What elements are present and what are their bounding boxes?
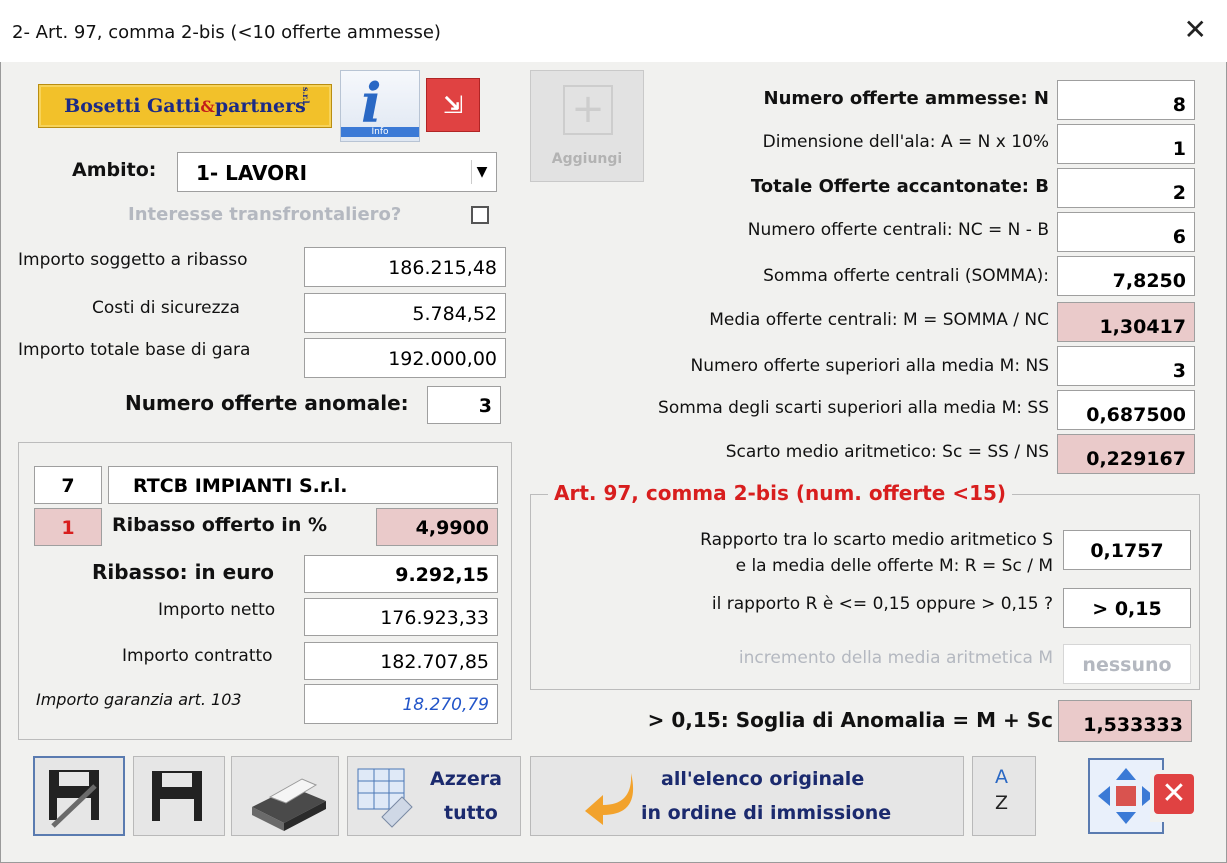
totale-label: Importo totale base di gara [18, 340, 251, 360]
original-order-button[interactable]: all'elenco originale in ordine di immiss… [530, 756, 964, 836]
back-arrow-icon [585, 773, 634, 825]
confronto-value: > 0,15 [1063, 588, 1191, 628]
rapporto-label-1: Rapporto tra lo scarto medio aritmetico … [700, 530, 1053, 550]
save-button[interactable] [133, 756, 225, 836]
reset-label-1: Azzera [430, 768, 502, 790]
save-as-button[interactable] [33, 756, 125, 836]
info-icon: i [361, 71, 382, 135]
ribasso-pct-field[interactable]: 4,9900 [376, 508, 498, 546]
calc-label-3: Numero offerte centrali: NC = N - B [747, 220, 1049, 240]
reset-label-2: tutto [444, 802, 498, 824]
info-button[interactable]: i Info [340, 70, 420, 142]
garanzia-label: Importo garanzia art. 103 [36, 690, 242, 709]
sicurezza-label: Costi di sicurezza [92, 298, 240, 318]
calc-value-4: 7,8250 [1057, 256, 1195, 296]
rapporto-label-2: e la media delle offerte M: R = Sc / M [735, 556, 1053, 576]
exit-button[interactable]: ✕ [1150, 770, 1198, 822]
save-as-icon [49, 770, 99, 828]
anomale-label: Numero offerte anomale: [125, 391, 409, 415]
title-bar: 2- Art. 97, comma 2-bis (<10 offerte amm… [0, 0, 1227, 62]
soggetto-field[interactable]: 186.215,48 [304, 247, 506, 287]
sort-a-label: A [995, 766, 1008, 788]
garanzia-field: 18.270,79 [304, 684, 498, 724]
calc-label-8: Scarto medio aritmetico: Sc = SS / NS [725, 442, 1049, 462]
ribasso-pct-label: Ribasso offerto in % [112, 514, 327, 536]
calc-value-0: 8 [1057, 80, 1195, 120]
logo-text-a: Bosetti Gatti [64, 95, 201, 117]
calc-value-7: 0,687500 [1057, 390, 1195, 430]
incremento-label: incremento della media aritmetica M [738, 648, 1053, 668]
add-button[interactable]: + Aggiungi [530, 70, 644, 182]
sicurezza-field[interactable]: 5.784,52 [304, 293, 506, 333]
calc-value-5: 1,30417 [1057, 302, 1195, 342]
interesse-checkbox[interactable] [471, 206, 489, 224]
calc-value-8: 0,229167 [1057, 434, 1195, 474]
original-order-label-2: in ordine di immissione [641, 802, 892, 824]
calc-label-1: Dimensione dell'ala: A = N x 10% [762, 132, 1049, 152]
ambito-select[interactable]: 1- LAVORI ▼ [177, 152, 497, 192]
ambito-label: Ambito: [72, 159, 157, 181]
anomale-field[interactable]: 3 [427, 386, 501, 424]
offerta-nome[interactable]: RTCB IMPIANTI S.r.l. [108, 466, 498, 504]
contratto-label: Importo contratto [122, 646, 273, 666]
art97-title: Art. 97, comma 2-bis (num. offerte <15) [548, 481, 1013, 505]
soglia-label: > 0,15: Soglia di Anomalia = M + Sc [647, 708, 1053, 732]
logo-amp: & [200, 97, 215, 116]
close-window-icon[interactable]: ✕ [1184, 16, 1207, 44]
soggetto-label: Importo soggetto a ribasso [18, 250, 248, 270]
confronto-label: il rapporto R è <= 0,15 oppure > 0,15 ? [711, 594, 1053, 614]
soglia-value: 1,533333 [1058, 700, 1192, 742]
calc-value-6: 3 [1057, 346, 1195, 386]
calc-label-4: Somma offerte centrali (SOMMA): [763, 266, 1049, 286]
incremento-value: nessuno [1063, 644, 1191, 684]
window-title: 2- Art. 97, comma 2-bis (<10 offerte amm… [12, 22, 441, 43]
exit-icon: ✕ [1154, 774, 1194, 814]
ribasso-euro-label: Ribasso: in euro [92, 560, 275, 584]
netto-field: 176.923,33 [304, 598, 498, 636]
logo-suffix: s.r.l. [301, 87, 311, 107]
reset-all-button[interactable]: Azzera tutto [347, 756, 521, 836]
calc-value-3: 6 [1057, 212, 1195, 252]
plus-icon: + [563, 85, 613, 135]
offerta-numero[interactable]: 7 [34, 466, 102, 504]
company-logo: Bosetti Gatti&partners s.r.l. [38, 84, 332, 128]
offerta-rank: 1 [34, 508, 102, 546]
interesse-label: Interesse transfrontaliero? [128, 204, 402, 225]
ambito-value: 1- LAVORI [196, 161, 308, 185]
totale-field[interactable]: 192.000,00 [304, 338, 506, 378]
calc-label-2: Totale Offerte accantonate: B [750, 176, 1049, 197]
netto-label: Importo netto [158, 600, 276, 620]
print-button[interactable] [231, 756, 339, 836]
calc-value-2: 2 [1057, 168, 1195, 208]
dialog-window: 2- Art. 97, comma 2-bis (<10 offerte amm… [0, 0, 1227, 863]
ribasso-euro-field: 9.292,15 [304, 555, 498, 593]
sort-z-label: Z [995, 792, 1009, 814]
original-order-label-1: all'elenco originale [661, 768, 865, 790]
reset-table-icon [357, 768, 413, 828]
rapporto-value: 0,1757 [1063, 530, 1191, 570]
calc-label-6: Numero offerte superiori alla media M: N… [690, 356, 1049, 376]
chevron-down-icon: ▼ [471, 160, 492, 184]
calc-value-1: 1 [1057, 124, 1195, 164]
calc-label-0: Numero offerte ammesse: N [763, 88, 1050, 109]
contratto-field: 182.707,85 [304, 642, 498, 680]
calc-label-5: Media offerte centrali: M = SOMMA / NC [709, 310, 1049, 330]
sort-button[interactable]: A Z [972, 756, 1036, 836]
collapse-icon[interactable]: ⇲ [426, 78, 480, 132]
save-icon [152, 771, 202, 821]
info-label: Info [341, 127, 419, 137]
add-label: Aggiungi [551, 151, 623, 167]
printer-icon [252, 778, 326, 831]
calc-label-7: Somma degli scarti superiori alla media … [658, 398, 1049, 418]
